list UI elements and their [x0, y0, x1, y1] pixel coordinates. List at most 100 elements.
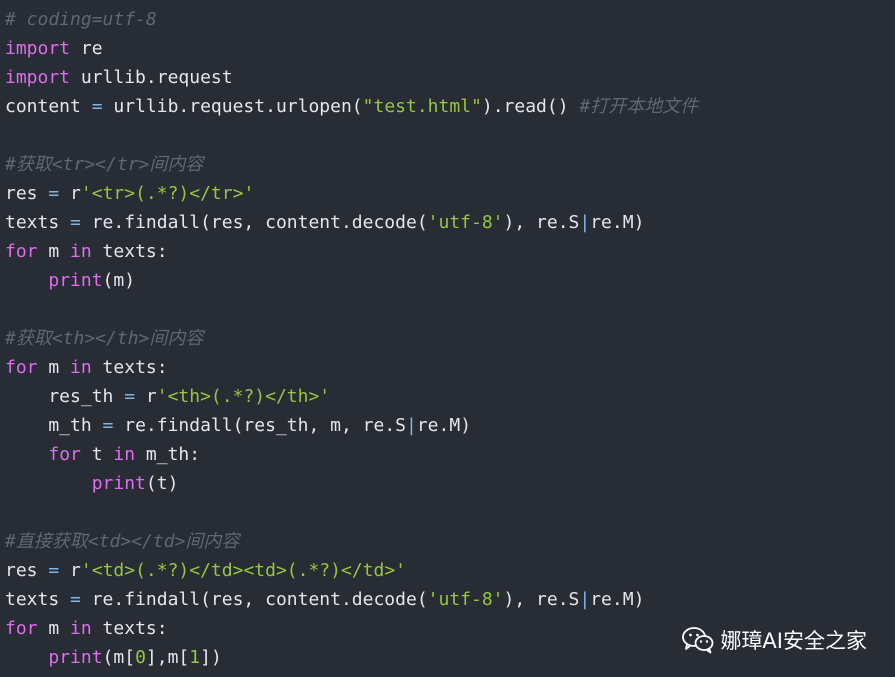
code-token: m_th — [5, 415, 103, 436]
code-token: re.findall(res_th, m, re.S — [113, 415, 406, 436]
code-token: r — [59, 183, 81, 204]
code-token: r — [135, 386, 157, 407]
code-token: #获取<tr></tr>间内容 — [5, 154, 204, 175]
code-token: in — [113, 444, 136, 465]
code-token: #直接获取<td></td>间内容 — [5, 531, 240, 552]
code-token: m — [37, 241, 71, 262]
code-line: print(m) — [5, 266, 895, 295]
code-token: re.findall(res, content.decode( — [80, 212, 428, 233]
code-block: # coding=utf-8 import re import urllib.req… — [5, 5, 895, 672]
code-token: (m[ — [102, 647, 136, 668]
code-token: ).read() — [481, 96, 580, 117]
wechat-icon — [682, 626, 714, 654]
code-token: 'utf-8' — [427, 212, 504, 233]
code-token: for — [5, 241, 38, 262]
code-token: re.findall(res, content.decode( — [80, 589, 428, 610]
code-token: r — [59, 560, 81, 581]
code-token: import — [5, 38, 71, 59]
code-token: 0 — [135, 647, 146, 668]
code-token: urllib.request — [70, 67, 233, 88]
code-token: print — [48, 270, 103, 291]
code-token: (m) — [102, 270, 136, 291]
code-token: texts — [5, 589, 71, 610]
code-token: | — [579, 212, 591, 233]
code-line: res_th = r'<th>(.*?)</th>' — [5, 382, 895, 411]
code-token: m — [37, 618, 71, 639]
code-token: #打开本地文件 — [579, 96, 699, 117]
code-token: "test.html" — [362, 96, 482, 117]
code-token: urllib.request.urlopen( — [102, 96, 363, 117]
code-token: ],m[ — [145, 647, 190, 668]
code-token: texts: — [91, 241, 168, 262]
code-line: #获取<th></th>间内容 — [5, 324, 895, 353]
code-token: = — [102, 415, 114, 436]
code-line: res = r'<td>(.*?)</td><td>(.*?)</td>' — [5, 556, 895, 585]
code-line: for m in texts: — [5, 237, 895, 266]
code-line: #获取<tr></tr>间内容 — [5, 150, 895, 179]
code-line: ​ — [5, 498, 895, 527]
code-token: = — [70, 212, 81, 233]
code-line: #直接获取<td></td>间内容 — [5, 527, 895, 556]
code-token: in — [70, 357, 92, 378]
code-token: texts: — [91, 357, 168, 378]
code-token: = — [48, 560, 60, 581]
code-line: for t in m_th: — [5, 440, 895, 469]
code-token: 1 — [189, 647, 201, 668]
code-line: # coding=utf-8 — [5, 5, 895, 34]
code-token: content — [5, 96, 92, 117]
code-token: ), re.S — [503, 212, 580, 233]
code-token: re.M) — [416, 415, 472, 436]
code-line: import re — [5, 34, 895, 63]
code-token: in — [70, 618, 92, 639]
code-token: '<th>(.*?)</th>' — [156, 386, 331, 407]
code-line: texts = re.findall(res, content.decode('… — [5, 208, 895, 237]
watermark-text: 娜璋AI安全之家 — [720, 629, 867, 653]
code-token: | — [406, 415, 417, 436]
code-token: '<td>(.*?)</td><td>(.*?)</td>' — [80, 560, 406, 581]
code-token: #获取<th></th>间内容 — [5, 328, 204, 349]
code-line: ​ — [5, 295, 895, 324]
code-line: import urllib.request — [5, 63, 895, 92]
code-token: = — [48, 183, 60, 204]
code-token: for — [5, 618, 38, 639]
code-line: ​ — [5, 121, 895, 150]
code-token: print — [91, 473, 146, 494]
code-token: 'utf-8' — [427, 589, 504, 610]
watermark: 娜璋AI安全之家 — [682, 625, 867, 655]
code-token: re — [70, 38, 103, 59]
code-line: print(t) — [5, 469, 895, 498]
code-token: import — [5, 67, 71, 88]
code-line: res = r'<tr>(.*?)</tr>' — [5, 179, 895, 208]
code-token: for — [5, 357, 38, 378]
code-token: res — [5, 183, 49, 204]
code-token: res_th — [5, 386, 125, 407]
code-line: content = urllib.request.urlopen("test.h… — [5, 92, 895, 121]
code-token: = — [70, 589, 81, 610]
code-editor: # coding=utf-8 import re import urllib.req… — [0, 0, 895, 677]
code-token: for — [48, 444, 81, 465]
code-token: res — [5, 560, 49, 581]
code-line: texts = re.findall(res, content.decode('… — [5, 585, 895, 614]
code-token: re.M) — [590, 212, 645, 233]
code-token: m_th: — [135, 444, 201, 465]
code-token: texts — [5, 212, 71, 233]
code-token: in — [70, 241, 92, 262]
code-token: re.M) — [590, 589, 645, 610]
code-token: # coding=utf-8 — [5, 9, 157, 30]
code-token: | — [579, 589, 591, 610]
code-token: (t) — [145, 473, 179, 494]
code-token: ]) — [200, 647, 222, 668]
code-token: print — [48, 647, 103, 668]
code-line: m_th = re.findall(res_th, m, re.S|re.M) — [5, 411, 895, 440]
code-token: = — [124, 386, 136, 407]
code-token: ), re.S — [503, 589, 580, 610]
code-token: t — [80, 444, 114, 465]
code-token: = — [91, 96, 103, 117]
code-token: '<tr>(.*?)</tr>' — [80, 183, 255, 204]
code-token: texts: — [91, 618, 168, 639]
code-line: for m in texts: — [5, 353, 895, 382]
